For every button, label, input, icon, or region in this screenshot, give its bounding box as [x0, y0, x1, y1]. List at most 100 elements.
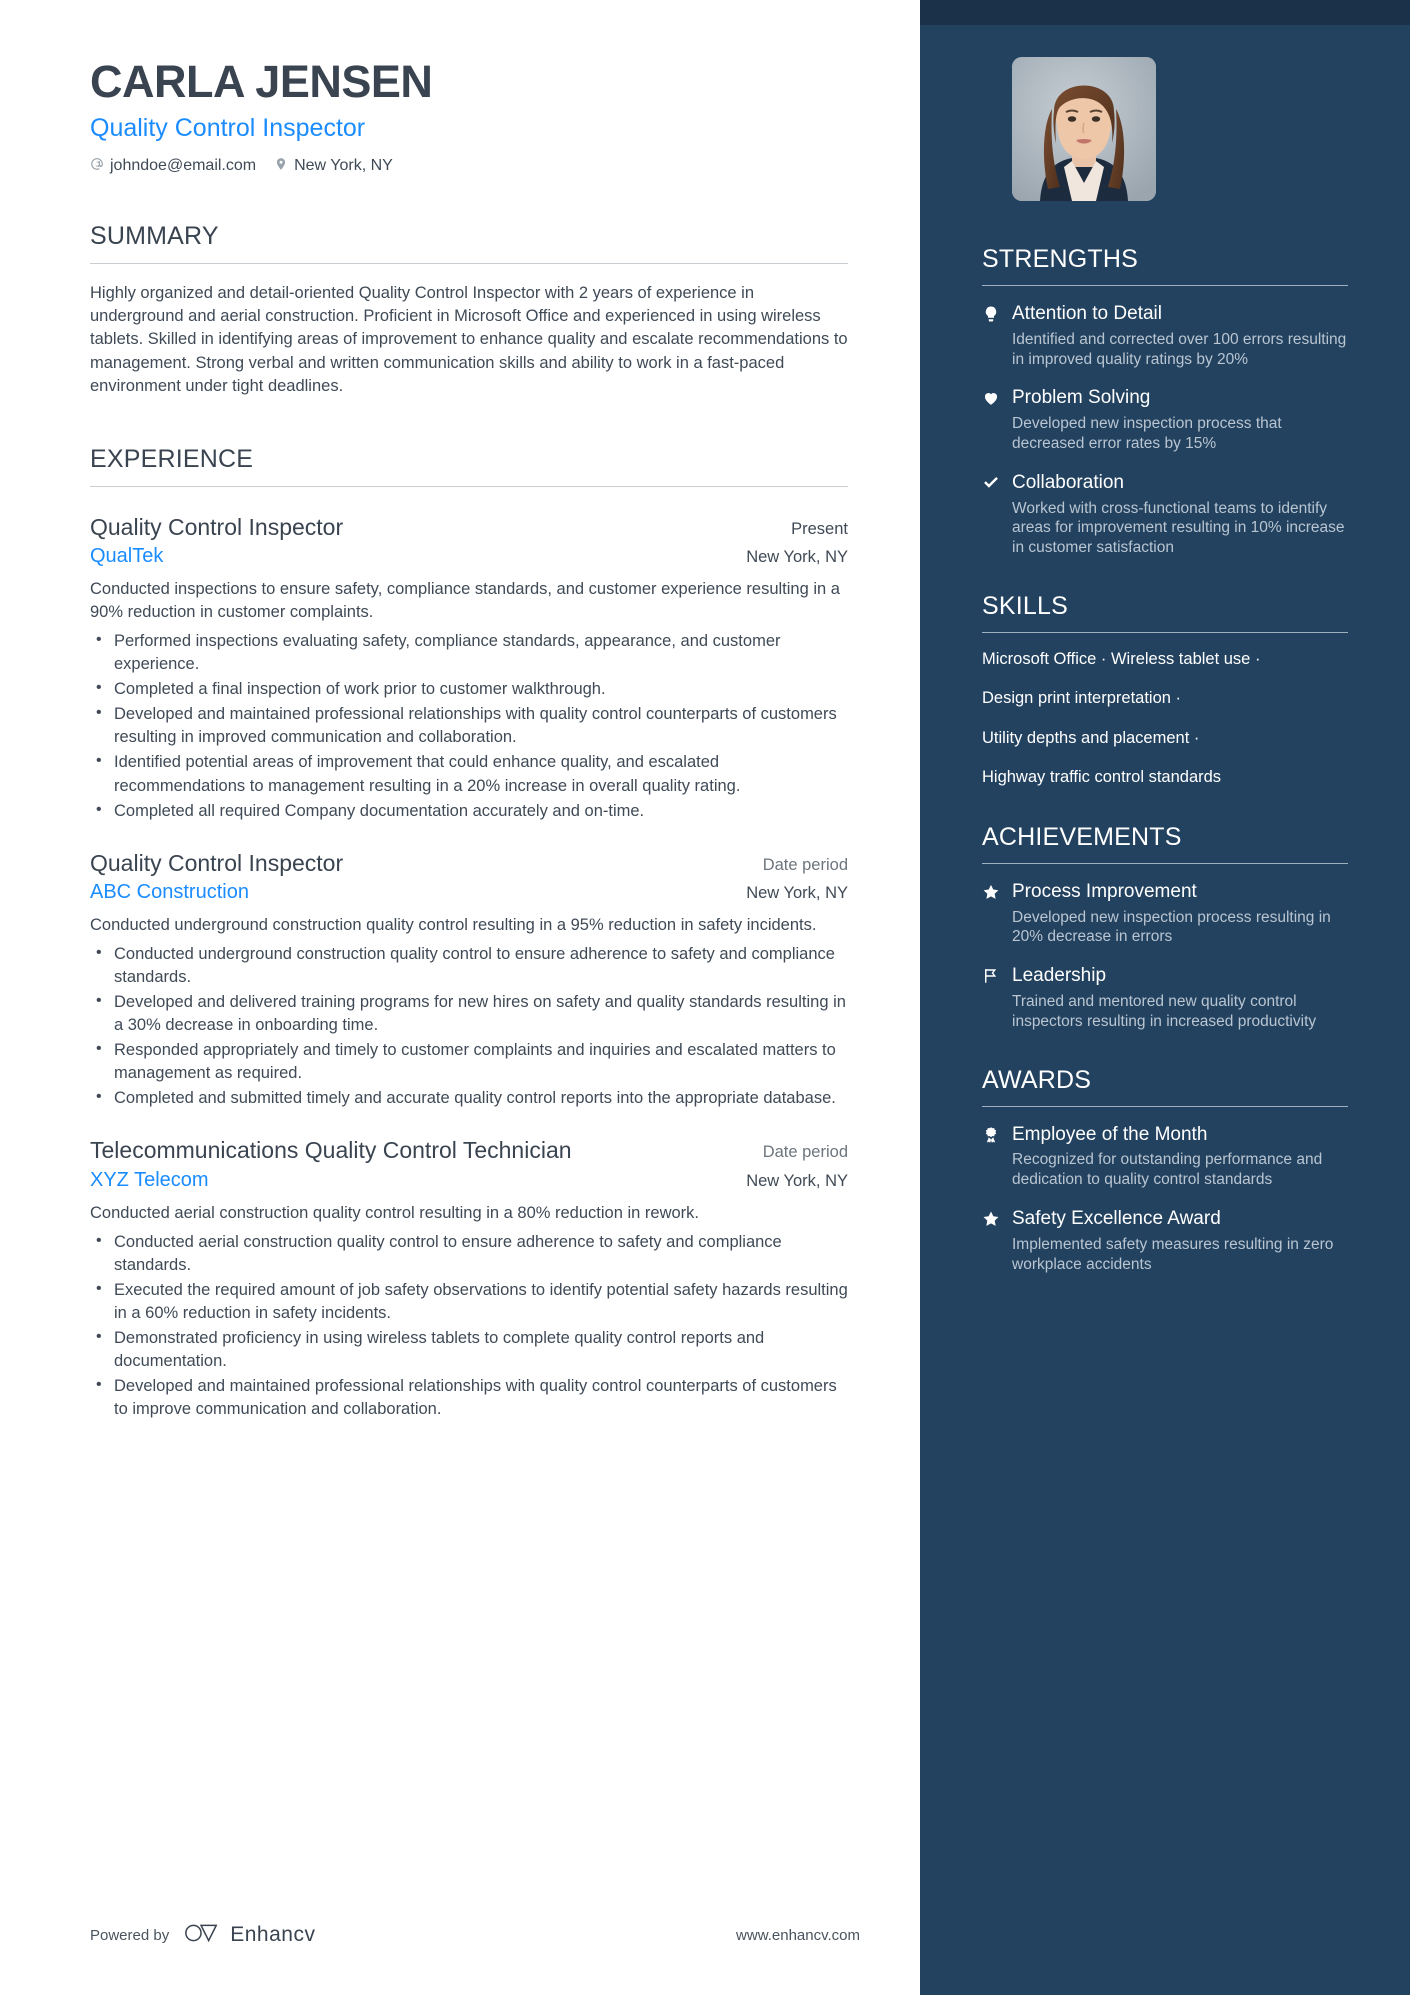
enhancv-wordmark: Enhancv	[230, 1923, 316, 1946]
award-title: Safety Excellence Award	[1012, 1208, 1221, 1230]
skill-line: Design print interpretation ·	[982, 689, 1182, 708]
job-bullet: Conducted aerial construction quality co…	[90, 1230, 848, 1277]
job-company[interactable]: XYZ Telecom	[90, 1169, 209, 1192]
job-company[interactable]: ABC Construction	[90, 881, 249, 904]
job-bullet: Demonstrated proficiency in using wirele…	[90, 1326, 848, 1373]
footer-url[interactable]: www.enhancv.com	[736, 1927, 860, 1944]
lightbulb-icon	[982, 302, 1012, 369]
award-item: Employee of the Month Recognized for out…	[982, 1123, 1348, 1190]
job-date: Date period	[762, 855, 848, 874]
skills-divider	[982, 632, 1348, 634]
job-bullet: Identified potential areas of improvemen…	[90, 750, 848, 797]
enhancv-brand[interactable]: Enhancv	[183, 1922, 315, 1949]
experience-entry: Telecommunications Quality Control Techn…	[90, 1136, 848, 1421]
strength-desc: Developed new inspection process that de…	[1012, 415, 1282, 452]
job-date: Present	[791, 519, 848, 538]
achievements-divider	[982, 862, 1348, 864]
contact-location: New York, NY	[274, 157, 393, 176]
contact-email-text: johndoe@email.com	[110, 157, 257, 175]
job-description: Conducted aerial construction quality co…	[90, 1203, 699, 1222]
strength-item: Attention to Detail Identified and corre…	[982, 302, 1348, 369]
avatar	[1012, 57, 1156, 201]
job-description: Conducted inspections to ensure safety, …	[90, 579, 840, 621]
award-desc: Recognized for outstanding performance a…	[1012, 1151, 1323, 1189]
skills-heading: SKILLS	[982, 592, 1068, 621]
job-date: Date period	[762, 1143, 848, 1162]
experience-heading: EXPERIENCE	[90, 444, 254, 473]
experience-entry: Quality Control Inspector Date period AB…	[90, 849, 848, 1111]
job-bullet: Completed a final inspection of work pri…	[90, 677, 848, 701]
skill-line: Utility depths and placement ·	[982, 728, 1200, 747]
awards-heading: AWARDS	[982, 1065, 1092, 1094]
job-location: New York, NY	[746, 547, 848, 566]
summary-text: Highly organized and detail-oriented Qua…	[90, 283, 848, 396]
awards-divider	[982, 1105, 1348, 1107]
flag-icon	[982, 964, 1012, 1031]
achievement-item: Process Improvement Developed new inspec…	[982, 880, 1348, 947]
award-ribbon-icon	[982, 1123, 1012, 1190]
strength-desc: Worked with cross-functional teams to id…	[1012, 499, 1345, 557]
at-sign-icon	[90, 157, 104, 176]
sidebar: STRENGTHS Attention to Detail Identified…	[920, 0, 1410, 1995]
enhancv-infinity-icon	[183, 1922, 221, 1949]
job-bullet: Conducted underground construction quali…	[90, 942, 848, 989]
strengths-divider	[982, 285, 1348, 286]
job-company[interactable]: QualTek	[90, 545, 163, 568]
award-item: Safety Excellence Award Implemented safe…	[982, 1207, 1348, 1274]
achievements-heading: ACHIEVEMENTS	[982, 822, 1182, 851]
job-bullet-list: Conducted underground construction quali…	[90, 942, 848, 1111]
job-bullet: Developed and delivered training program…	[90, 990, 848, 1037]
strength-title: Collaboration	[1012, 471, 1124, 493]
star-icon	[982, 1207, 1012, 1274]
achievement-title: Leadership	[1012, 965, 1107, 987]
contact-row: johndoe@email.com New York, NY	[90, 157, 848, 176]
footer: Powered by Enhancv www.enhancv.com	[90, 1875, 920, 1995]
map-pin-icon	[274, 157, 288, 176]
skills-section: SKILLS Microsoft Office · Wireless table…	[982, 592, 1348, 789]
summary-heading: SUMMARY	[90, 221, 219, 250]
job-title: Telecommunications Quality Control Techn…	[90, 1137, 572, 1164]
job-bullet-list: Performed inspections evaluating safety,…	[90, 629, 848, 823]
job-description: Conducted underground construction quali…	[90, 915, 817, 934]
award-title: Employee of the Month	[1012, 1123, 1208, 1145]
header-block: CARLA JENSEN Quality Control Inspector j…	[90, 56, 848, 176]
strength-item: Problem Solving Developed new inspection…	[982, 386, 1348, 453]
sidebar-top-strip	[920, 0, 1410, 25]
job-bullet: Responded appropriately and timely to cu…	[90, 1038, 848, 1085]
job-title: Quality Control Inspector	[90, 849, 344, 876]
job-bullet: Developed and maintained professional re…	[90, 1374, 848, 1421]
achievement-title: Process Improvement	[1012, 880, 1197, 902]
job-bullet: Executed the required amount of job safe…	[90, 1278, 848, 1325]
skills-list: Microsoft Office · Wireless tablet use ·…	[982, 649, 1348, 789]
job-bullet: Completed and submitted timely and accur…	[90, 1086, 848, 1110]
resume-page: CARLA JENSEN Quality Control Inspector j…	[0, 0, 1410, 1995]
achievements-section: ACHIEVEMENTS Process Improvement Develop…	[982, 823, 1348, 1032]
strength-title: Problem Solving	[1012, 387, 1151, 409]
experience-entry: Quality Control Inspector Present QualTe…	[90, 513, 848, 823]
experience-divider	[90, 485, 848, 487]
skill-line: Highway traffic control standards	[982, 768, 1222, 787]
award-desc: Implemented safety measures resulting in…	[1012, 1235, 1334, 1273]
strength-title: Attention to Detail	[1012, 303, 1162, 324]
achievement-desc: Trained and mentored new quality control…	[1012, 992, 1317, 1030]
awards-section: AWARDS Employee of the Month Recognized …	[982, 1066, 1348, 1275]
powered-by-block: Powered by Enhancv	[90, 1922, 315, 1949]
contact-location-text: New York, NY	[294, 157, 393, 175]
summary-divider	[90, 262, 848, 264]
job-title: Quality Control Inspector	[90, 513, 344, 540]
achievement-desc: Developed new inspection process resulti…	[1012, 908, 1331, 946]
main-column: CARLA JENSEN Quality Control Inspector j…	[0, 0, 920, 1995]
strength-item: Collaboration Worked with cross-function…	[982, 471, 1348, 558]
job-role-subtitle: Quality Control Inspector	[90, 113, 366, 142]
job-bullet: Performed inspections evaluating safety,…	[90, 629, 848, 676]
heart-icon	[982, 386, 1012, 453]
strengths-section: STRENGTHS Attention to Detail Identified…	[982, 245, 1348, 558]
strength-desc: Identified and corrected over 100 errors…	[1012, 330, 1347, 368]
job-bullet-list: Conducted aerial construction quality co…	[90, 1230, 848, 1422]
checkmark-icon	[982, 471, 1012, 558]
achievement-item: Leadership Trained and mentored new qual…	[982, 964, 1348, 1031]
job-bullet: Developed and maintained professional re…	[90, 702, 848, 749]
page-title: CARLA JENSEN	[90, 56, 433, 107]
job-location: New York, NY	[746, 883, 848, 902]
contact-email[interactable]: johndoe@email.com	[90, 157, 256, 176]
